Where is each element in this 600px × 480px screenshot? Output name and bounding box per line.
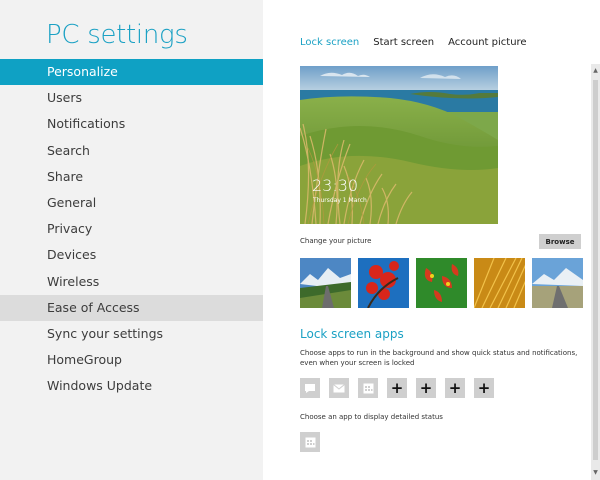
lock-screen-app-slots: + + + + <box>300 378 500 398</box>
calendar-icon[interactable] <box>358 378 378 398</box>
sidebar-item-devices[interactable]: Devices <box>0 242 263 268</box>
browse-button[interactable]: Browse <box>539 234 581 249</box>
scroll-thumb[interactable] <box>593 80 598 460</box>
sidebar-item-users[interactable]: Users <box>0 85 263 111</box>
red-flower-thumbnail[interactable] <box>358 258 409 308</box>
scroll-down-arrow-icon[interactable]: ▼ <box>591 468 600 478</box>
detailed-status-label: Choose an app to display detailed status <box>300 413 443 421</box>
sidebar-item-share[interactable]: Share <box>0 164 263 190</box>
tab-lock-screen[interactable]: Lock screen <box>300 37 359 48</box>
golden-grass-thumbnail[interactable] <box>474 258 525 308</box>
sidebar-item-homegroup[interactable]: HomeGroup <box>0 347 263 373</box>
lock-screen-apps-description: Choose apps to run in the background and… <box>300 349 578 367</box>
tab-start-screen[interactable]: Start screen <box>373 37 434 48</box>
content-pane: Lock screen Start screen Account picture <box>263 0 600 480</box>
tab-account-picture[interactable]: Account picture <box>448 37 526 48</box>
mountain-highway-thumbnail[interactable] <box>532 258 583 308</box>
lock-screen-date: Thursday 1 March <box>313 197 367 204</box>
sidebar-item-ease-of-access[interactable]: Ease of Access <box>0 294 263 321</box>
lock-screen-apps-heading: Lock screen apps <box>300 327 404 341</box>
plus-icon[interactable]: + <box>474 378 494 398</box>
tab-bar: Lock screen Start screen Account picture <box>300 37 527 48</box>
sidebar-item-notifications[interactable]: Notifications <box>0 111 263 137</box>
change-picture-label: Change your picture <box>300 237 372 245</box>
sidebar-item-wireless[interactable]: Wireless <box>0 269 263 295</box>
mail-icon[interactable] <box>329 378 349 398</box>
red-leaves-thumbnail[interactable] <box>416 258 467 308</box>
plus-icon[interactable]: + <box>445 378 465 398</box>
sidebar-item-sync-your-settings[interactable]: Sync your settings <box>0 321 263 347</box>
calendar-icon[interactable] <box>300 432 320 452</box>
picture-thumbnails <box>300 258 583 308</box>
sidebar-item-search[interactable]: Search <box>0 138 263 164</box>
navigation-pane: PC settings Personalize Users Notificati… <box>0 0 263 480</box>
lock-screen-preview: 23:30 Thursday 1 March <box>300 66 498 224</box>
page-title: PC settings <box>46 20 188 50</box>
scroll-up-arrow-icon[interactable]: ▲ <box>591 66 600 76</box>
messaging-icon[interactable] <box>300 378 320 398</box>
lock-screen-clock: 23:30 <box>312 176 359 195</box>
mountain-road-thumbnail[interactable] <box>300 258 351 308</box>
plus-icon[interactable]: + <box>387 378 407 398</box>
sidebar-item-privacy[interactable]: Privacy <box>0 216 263 242</box>
sidebar-item-windows-update[interactable]: Windows Update <box>0 373 263 399</box>
sidebar-item-personalize[interactable]: Personalize <box>0 59 263 86</box>
sidebar-item-general[interactable]: General <box>0 190 263 216</box>
settings-nav: Personalize Users Notifications Search S… <box>0 59 263 399</box>
plus-icon[interactable]: + <box>416 378 436 398</box>
